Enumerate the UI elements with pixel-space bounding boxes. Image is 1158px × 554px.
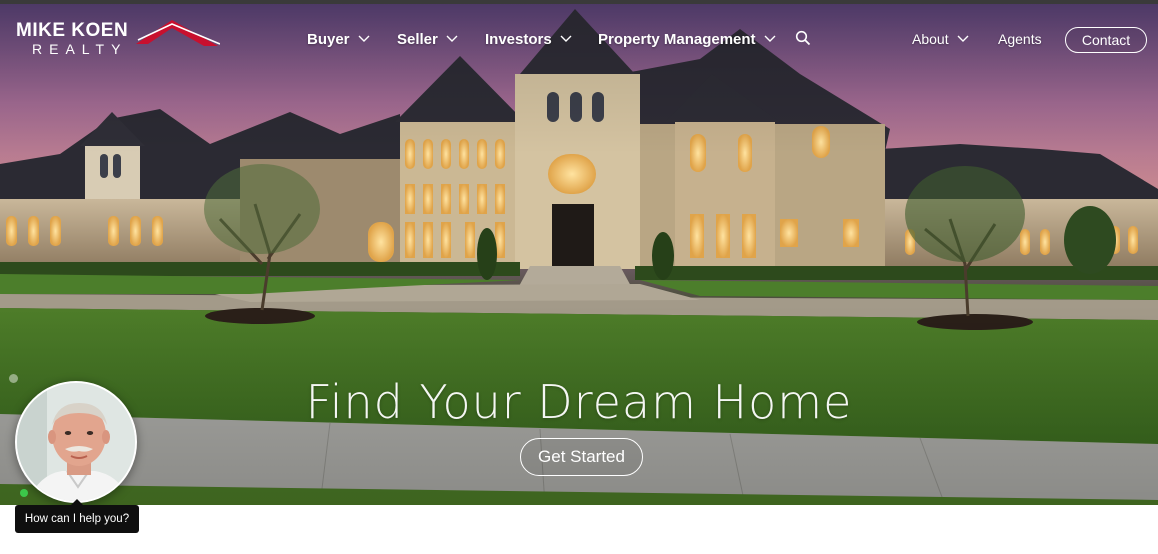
- search-icon[interactable]: [795, 30, 811, 46]
- nav-about[interactable]: About: [912, 26, 969, 52]
- nav-investors-label: Investors: [485, 30, 552, 48]
- agent-photo: [17, 383, 135, 501]
- nav-seller[interactable]: Seller: [397, 26, 458, 52]
- contact-button[interactable]: Contact: [1065, 27, 1147, 53]
- hero-shade: [0, 4, 1158, 505]
- slider-dot[interactable]: [9, 374, 18, 383]
- hero-banner: [0, 4, 1158, 505]
- chevron-down-icon: [358, 35, 370, 42]
- chevron-down-icon: [560, 35, 572, 42]
- chevron-down-icon: [764, 35, 776, 42]
- nav-seller-label: Seller: [397, 30, 438, 48]
- chat-agent-avatar[interactable]: [15, 381, 137, 503]
- online-status-dot: [20, 489, 28, 497]
- nav-buyer-label: Buyer: [307, 30, 350, 48]
- chat-prompt-bubble[interactable]: How can I help you?: [15, 499, 139, 533]
- chevron-down-icon: [446, 35, 458, 42]
- hero-title: Find Your Dream Home: [305, 375, 853, 429]
- nav-property-management-label: Property Management: [598, 30, 756, 48]
- roof-logo-icon: [136, 20, 220, 46]
- nav-agents[interactable]: Agents: [998, 26, 1042, 52]
- brand-name: MIKE KOEN: [16, 20, 129, 41]
- brand-logo[interactable]: MIKE KOEN REALTY: [16, 18, 220, 62]
- nav-property-management[interactable]: Property Management: [598, 26, 776, 52]
- nav-buyer[interactable]: Buyer: [307, 26, 370, 52]
- chevron-down-icon: [957, 35, 969, 42]
- nav-about-label: About: [912, 31, 949, 47]
- brand-sub: REALTY: [32, 41, 128, 57]
- nav-agents-label: Agents: [998, 31, 1042, 47]
- get-started-button[interactable]: Get Started: [520, 438, 643, 476]
- nav-investors[interactable]: Investors: [485, 26, 572, 52]
